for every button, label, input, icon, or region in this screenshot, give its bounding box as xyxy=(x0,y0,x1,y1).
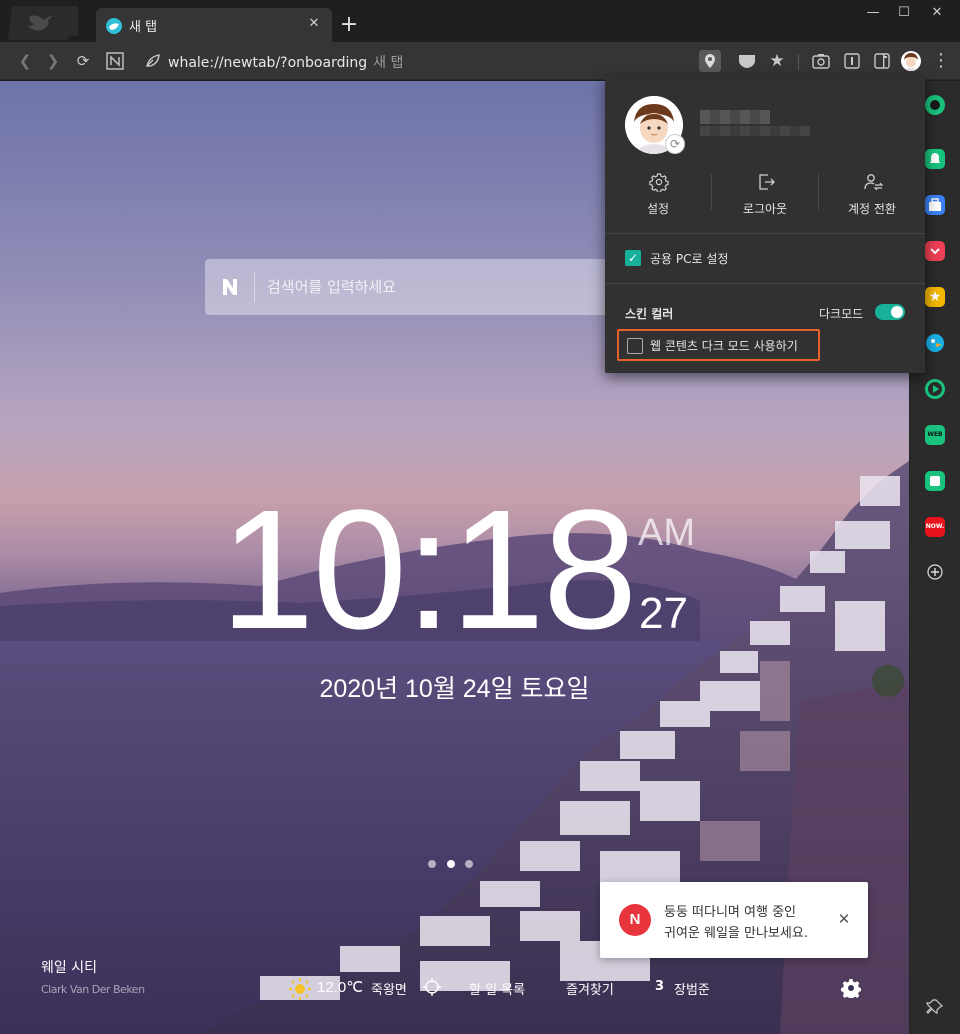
now-icon[interactable]: NOW. xyxy=(925,517,945,537)
skin-color-label: 스킨 컬러 xyxy=(625,307,674,321)
maximize-button[interactable]: ☐ xyxy=(889,2,919,24)
star-icon[interactable]: ★ xyxy=(925,287,945,307)
crosshair-icon[interactable] xyxy=(423,978,441,996)
tab-strip: 새 탭 ✕ + — ☐ ✕ xyxy=(0,0,960,42)
naver-home-icon[interactable] xyxy=(104,50,126,72)
toast-line-2: 귀여운 웨일을 만나보세요. xyxy=(664,926,808,941)
slide-dot-3[interactable] xyxy=(465,860,473,868)
slide-indicator xyxy=(428,860,478,870)
search-divider xyxy=(254,272,255,302)
logout-icon xyxy=(759,174,775,190)
toast-close-icon[interactable]: ✕ xyxy=(834,909,854,929)
switch-account-icon xyxy=(864,174,883,191)
switch-account-label: 계정 전환 xyxy=(848,202,896,216)
close-window-button[interactable]: ✕ xyxy=(922,2,952,24)
whale-tip-toast[interactable]: N 둥둥 떠다니며 여행 중인 귀여운 웨일을 만나보세요. ✕ xyxy=(600,882,868,958)
web-dark-mode-label: 웹 콘텐츠 다크 모드 사용하기 xyxy=(650,339,798,353)
dark-mode-label: 다크모드 xyxy=(819,307,864,321)
tab-title: 새 탭 xyxy=(129,20,158,35)
pin-icon[interactable] xyxy=(926,998,944,1016)
naver-n-icon xyxy=(223,279,237,295)
toggle-knob xyxy=(891,306,903,318)
clock-time: 10:18 xyxy=(220,475,637,665)
clock-ampm: AM xyxy=(638,512,695,554)
toolbar: ❮ ❯ ⟳ whale://newtab/?onboarding 새 탭 ★ ⋮ xyxy=(0,42,960,80)
public-pc-checkbox[interactable]: ✓ xyxy=(625,250,641,266)
web-dark-mode-checkbox[interactable] xyxy=(627,338,643,354)
whale-url-icon xyxy=(142,50,164,72)
new-tab-button[interactable]: + xyxy=(337,12,361,38)
sidebar-toggle-icon[interactable] xyxy=(871,50,893,72)
profile-menu: ⟳ 설정 로그아웃 계정 전환 ✓ 공용 PC로 설정 스킨 컬러 다크모드 웹… xyxy=(605,76,925,373)
bookmark-star-icon[interactable]: ★ xyxy=(766,50,788,72)
logout-button[interactable]: 로그아웃 xyxy=(712,172,818,220)
more-menu-icon[interactable]: ⋮ xyxy=(930,50,952,72)
whale-bird-logo-icon xyxy=(8,6,78,40)
webtoon-icon[interactable]: WEB xyxy=(925,425,945,445)
count-badge: 3 xyxy=(655,979,665,994)
pocket-icon[interactable] xyxy=(925,241,945,261)
toolbar-divider xyxy=(798,54,799,70)
settings-button[interactable]: 설정 xyxy=(605,172,711,220)
gear-icon xyxy=(649,173,669,192)
browser-window: 새 탭 ✕ + — ☐ ✕ ❮ ❯ ⟳ whale://newtab/?onbo… xyxy=(0,0,960,1034)
web-dark-mode-option[interactable]: 웹 콘텐츠 다크 모드 사용하기 xyxy=(617,329,820,361)
profile-actions: 설정 로그아웃 계정 전환 xyxy=(605,172,925,220)
location-pin-icon[interactable] xyxy=(699,50,721,72)
account-email-redacted xyxy=(700,126,810,136)
logout-label: 로그아웃 xyxy=(742,202,788,216)
action-divider xyxy=(711,174,712,210)
whale-favicon-icon xyxy=(106,18,122,34)
toast-line-1: 둥둥 떠다니며 여행 중인 xyxy=(664,905,796,920)
sun-icon xyxy=(289,978,311,1000)
tab-new-tab[interactable]: 새 탭 ✕ xyxy=(96,8,332,42)
parrot-icon[interactable] xyxy=(925,333,945,353)
url-text: whale://newtab/?onboarding xyxy=(168,55,368,71)
slide-dot-2[interactable] xyxy=(447,860,455,868)
menu-divider xyxy=(605,233,925,234)
reload-icon[interactable]: ⟳ xyxy=(72,50,94,72)
weather-location[interactable]: 죽왕면 xyxy=(371,979,407,998)
profile-avatar-button[interactable] xyxy=(900,50,922,72)
dark-mode-toggle[interactable] xyxy=(875,304,905,320)
back-icon[interactable]: ❮ xyxy=(14,50,36,72)
green-square-icon[interactable] xyxy=(925,471,945,491)
gear-icon[interactable] xyxy=(841,978,861,998)
url-hint: 새 탭 xyxy=(373,55,404,71)
public-pc-label[interactable]: 공용 PC로 설정 xyxy=(650,250,728,267)
action-divider xyxy=(818,174,819,210)
account-name-redacted xyxy=(700,110,770,124)
search-placeholder: 검색어를 입력하세요 xyxy=(267,278,396,296)
address-bar[interactable]: whale://newtab/?onboarding 새 탭 xyxy=(168,52,403,72)
naver-badge-icon: N xyxy=(619,904,651,936)
todo-list-link[interactable]: 할 일 목록 xyxy=(469,979,525,998)
clock-seconds: 27 xyxy=(639,589,688,638)
music-artist-link[interactable]: 장범준 xyxy=(674,979,710,998)
add-app-icon[interactable] xyxy=(927,564,943,580)
shield-icon[interactable] xyxy=(736,50,758,72)
notification-icon[interactable] xyxy=(925,149,945,169)
tab-close-icon[interactable]: ✕ xyxy=(304,14,324,34)
clock-date: 2020년 10월 24일 토요일 xyxy=(319,675,590,703)
camera-icon[interactable] xyxy=(810,50,832,72)
menu-divider xyxy=(605,283,925,284)
forward-icon[interactable]: ❯ xyxy=(42,50,64,72)
sync-icon[interactable]: ⟳ xyxy=(665,134,685,154)
switch-account-button[interactable]: 계정 전환 xyxy=(819,172,925,220)
play-icon[interactable] xyxy=(925,379,945,399)
settings-label: 설정 xyxy=(646,202,670,216)
minimize-button[interactable]: — xyxy=(858,2,888,24)
store-icon[interactable] xyxy=(925,195,945,215)
weather-temperature[interactable]: 12.0℃ xyxy=(317,978,363,996)
bottom-bar: 12.0℃ 죽왕면 할 일 목록 즐겨찾기 3 장범준 xyxy=(0,971,909,1001)
slide-dot-1[interactable] xyxy=(428,860,436,868)
bookmarks-link[interactable]: 즐겨찾기 xyxy=(566,979,614,998)
green-circle-icon[interactable] xyxy=(925,95,945,115)
reader-icon[interactable] xyxy=(841,50,863,72)
